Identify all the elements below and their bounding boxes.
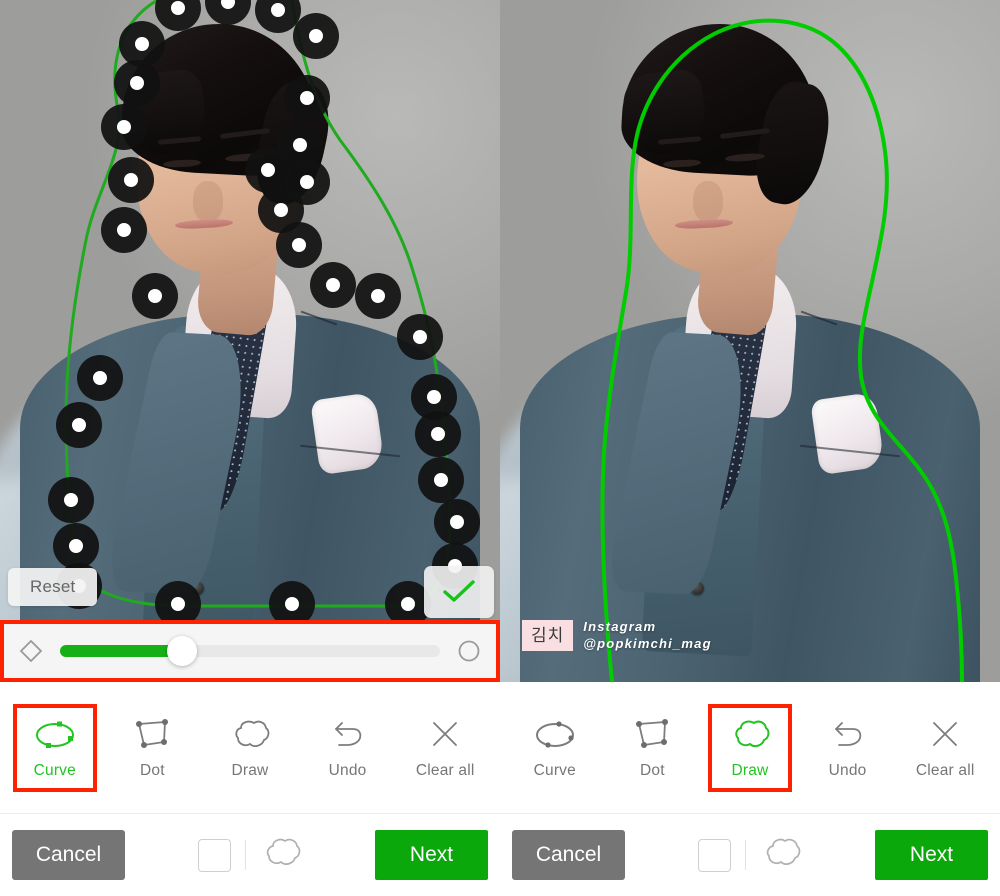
tool-dot-label: Dot <box>640 762 665 780</box>
toolbar-right: Curve Dot Draw Undo Clear all <box>500 682 1000 813</box>
tool-curve-label: Curve <box>533 762 576 780</box>
action-bar-right: Cancel Next <box>500 814 1000 896</box>
watermark: 김치 Instagram @popkimchi_mag <box>522 618 712 652</box>
tool-dot[interactable]: Dot <box>110 703 195 792</box>
tool-undo[interactable]: Undo <box>805 703 890 792</box>
watermark-handle: Instagram @popkimchi_mag <box>583 618 711 652</box>
editor-panel-left[interactable]: Reset <box>0 0 500 682</box>
tool-dot[interactable]: Dot <box>610 703 695 792</box>
tool-curve[interactable]: Curve <box>12 703 97 792</box>
check-icon <box>443 580 475 602</box>
watermark-badge: 김치 <box>522 619 574 651</box>
divider <box>245 840 246 871</box>
tool-draw-label: Draw <box>231 762 269 780</box>
photo-canvas-left[interactable]: Reset <box>0 0 500 682</box>
curve-ellipse-icon <box>32 715 78 755</box>
transparency-square-icon[interactable] <box>698 838 731 872</box>
pocket-square <box>810 391 885 475</box>
subject-figure <box>500 0 1000 682</box>
photo-canvas-right[interactable]: 김치 Instagram @popkimchi_mag <box>500 0 1000 682</box>
watermark-line-1: Instagram <box>583 619 657 634</box>
draw-blob-icon <box>727 715 773 755</box>
dot-polygon-icon <box>629 715 675 755</box>
editor-panel-right[interactable]: 김치 Instagram @popkimchi_mag <box>500 0 1000 682</box>
tool-draw[interactable]: Draw <box>707 703 792 792</box>
tool-dot-label: Dot <box>140 762 165 780</box>
cancel-button[interactable]: Cancel <box>512 830 625 881</box>
close-x-icon <box>422 715 468 755</box>
tool-curve-label: Curve <box>33 762 76 780</box>
tool-clear-all-label: Clear all <box>415 762 475 780</box>
slider-thumb[interactable] <box>166 636 197 666</box>
toolbar-left: Curve Dot Draw Undo Clear all <box>0 682 500 813</box>
undo-arrow-icon <box>825 715 871 755</box>
slider-track-fill <box>60 645 182 657</box>
center-tool-group-left <box>198 837 302 874</box>
nose <box>192 180 223 222</box>
pocket-square <box>310 391 385 475</box>
tool-draw[interactable]: Draw <box>207 703 292 792</box>
app-root: Reset 김치 Instagram @popkimchi_mag Curve … <box>0 0 1000 896</box>
brush-size-slider-panel[interactable] <box>0 620 500 682</box>
center-tool-group-right <box>698 837 802 874</box>
undo-arrow-icon <box>325 715 371 755</box>
blob-shape-icon[interactable] <box>260 837 302 874</box>
next-button[interactable]: Next <box>375 830 488 881</box>
diamond-icon <box>18 638 44 664</box>
action-bar-left: Cancel Next <box>0 814 500 896</box>
tool-undo-label: Undo <box>828 762 867 780</box>
slider-track-area[interactable] <box>60 636 440 666</box>
tool-clear-all-label: Clear all <box>915 762 975 780</box>
reset-button[interactable]: Reset <box>8 568 98 606</box>
tool-curve[interactable]: Curve <box>512 703 597 792</box>
bottom-action-bars: Cancel Next Cancel Next <box>0 813 1000 896</box>
tool-clear-all[interactable]: Clear all <box>403 703 488 792</box>
blob-shape-icon[interactable] <box>760 837 802 874</box>
circle-icon <box>456 638 482 664</box>
tool-clear-all[interactable]: Clear all <box>903 703 988 792</box>
draw-blob-icon <box>227 715 273 755</box>
cancel-button[interactable]: Cancel <box>12 830 125 881</box>
watermark-line-2: @popkimchi_mag <box>583 636 712 652</box>
transparency-square-icon[interactable] <box>198 838 231 872</box>
next-button[interactable]: Next <box>875 830 988 881</box>
divider <box>745 840 746 871</box>
tool-bars: Curve Dot Draw Undo Clear all Curve Dot … <box>0 682 1000 814</box>
tool-draw-label: Draw <box>731 762 769 780</box>
reset-button-label: Reset <box>30 577 76 596</box>
close-x-icon <box>922 715 968 755</box>
curve-ellipse-icon <box>532 715 578 755</box>
tool-undo-label: Undo <box>328 762 367 780</box>
comparison-panels: Reset 김치 Instagram @popkimchi_mag <box>0 0 1000 682</box>
tool-undo[interactable]: Undo <box>305 703 390 792</box>
nose <box>692 180 723 222</box>
dot-polygon-icon <box>129 715 175 755</box>
confirm-button[interactable] <box>424 566 494 618</box>
